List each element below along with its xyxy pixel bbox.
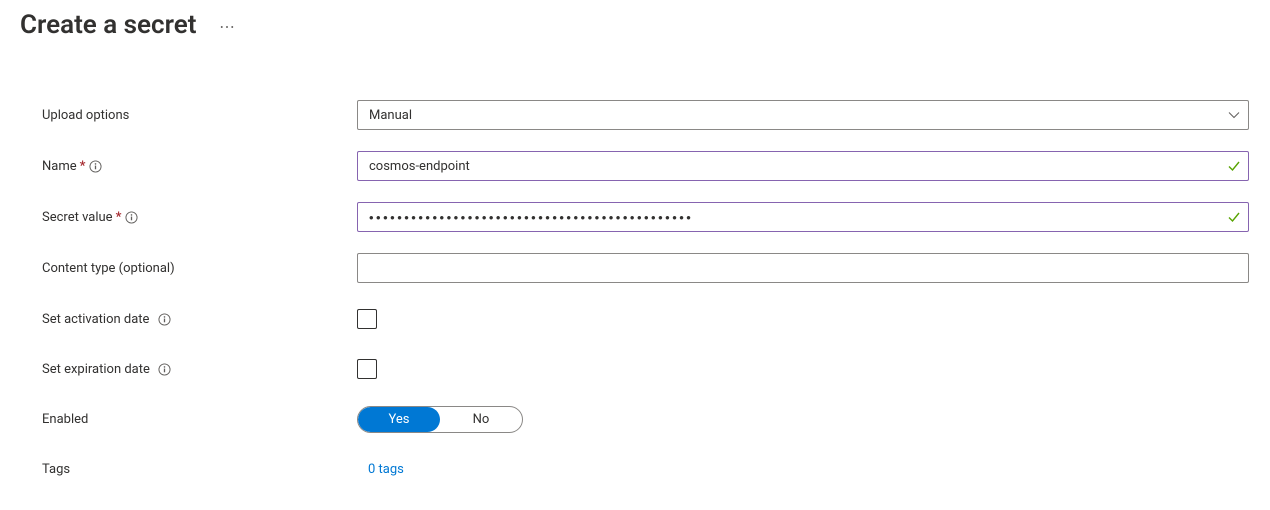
info-icon[interactable]: [124, 210, 138, 224]
label-name: Name *: [42, 159, 357, 174]
row-expiration-date: Set expiration date: [42, 354, 1250, 384]
more-icon: [220, 17, 234, 33]
required-asterisk: *: [80, 159, 86, 174]
required-asterisk: *: [116, 210, 122, 225]
info-icon[interactable]: [157, 312, 171, 326]
page-header: Create a secret: [20, 10, 1250, 40]
label-secret-value: Secret value *: [42, 210, 357, 225]
row-content-type: Content type (optional): [42, 253, 1250, 283]
enabled-no-option[interactable]: No: [440, 407, 522, 432]
label-text: Tags: [42, 462, 70, 477]
row-upload-options: Upload options Manual: [42, 100, 1250, 130]
label-text: Secret value: [42, 210, 113, 225]
more-button[interactable]: [216, 13, 238, 37]
label-text: Upload options: [42, 108, 129, 123]
expiration-date-checkbox[interactable]: [357, 359, 377, 379]
row-tags: Tags 0 tags: [42, 454, 1250, 484]
row-enabled: Enabled Yes No: [42, 404, 1250, 434]
page-title: Create a secret: [20, 10, 196, 40]
enabled-toggle: Yes No: [357, 406, 523, 433]
activation-date-checkbox[interactable]: [357, 309, 377, 329]
row-name: Name *: [42, 151, 1250, 181]
create-secret-page: Create a secret Upload options Manual: [0, 0, 1270, 484]
secret-form: Upload options Manual Name *: [20, 100, 1250, 484]
label-text: Enabled: [42, 412, 88, 427]
chevron-down-icon: [1228, 109, 1240, 121]
tags-link[interactable]: 0 tags: [357, 462, 404, 477]
label-text: Content type (optional): [42, 261, 175, 276]
label-text: Set expiration date: [42, 362, 150, 377]
upload-options-select[interactable]: Manual: [357, 100, 1249, 130]
label-upload-options: Upload options: [42, 108, 357, 123]
secret-value-input[interactable]: [357, 202, 1249, 232]
select-value: Manual: [369, 108, 412, 123]
label-expiration-date: Set expiration date: [42, 362, 357, 377]
label-enabled: Enabled: [42, 412, 357, 427]
row-activation-date: Set activation date: [42, 304, 1250, 334]
enabled-yes-option[interactable]: Yes: [358, 407, 440, 432]
content-type-input[interactable]: [357, 253, 1249, 283]
row-secret-value: Secret value *: [42, 202, 1250, 232]
label-activation-date: Set activation date: [42, 312, 357, 327]
info-icon[interactable]: [158, 362, 172, 376]
label-text: Set activation date: [42, 312, 149, 327]
label-text: Name: [42, 159, 77, 174]
info-icon[interactable]: [88, 159, 102, 173]
name-input[interactable]: [357, 151, 1249, 181]
label-tags: Tags: [42, 462, 357, 477]
label-content-type: Content type (optional): [42, 261, 357, 276]
